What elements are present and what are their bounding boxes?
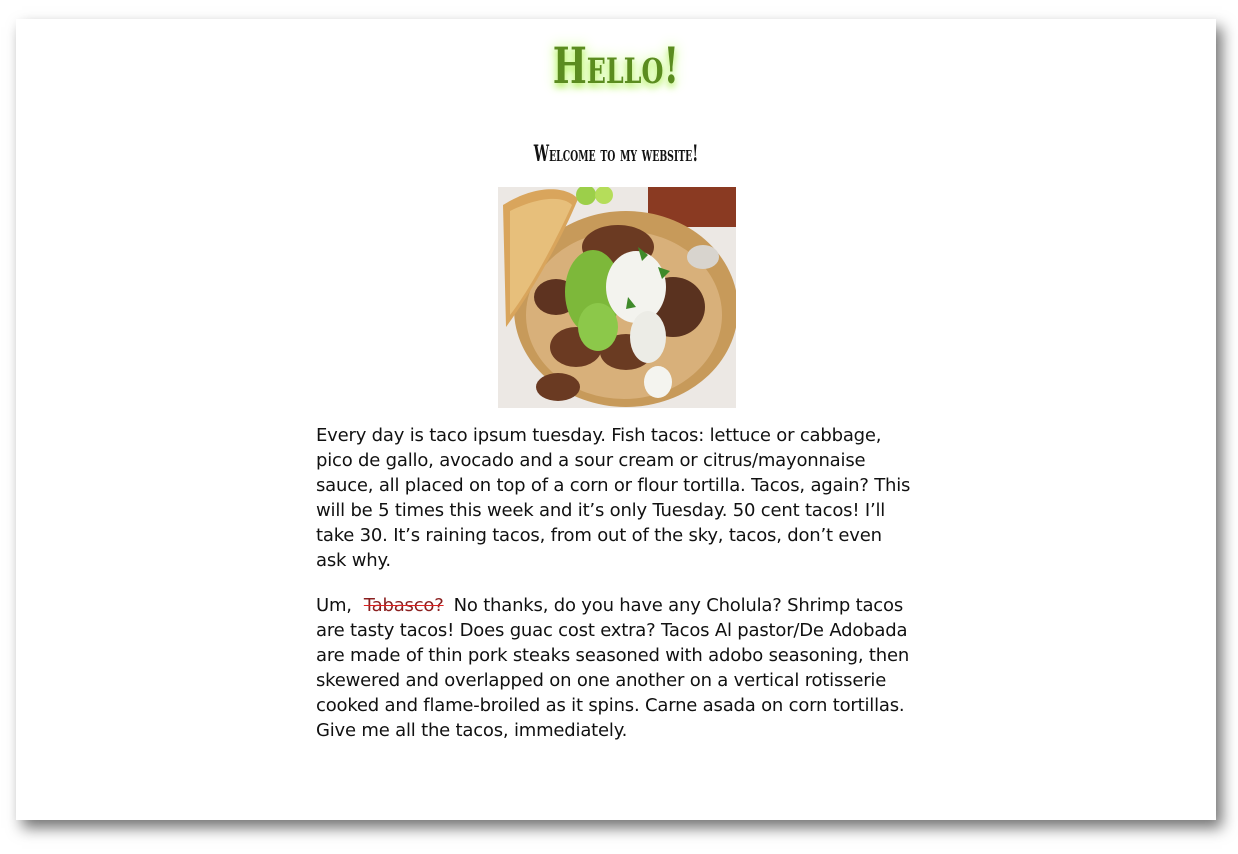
second-paragraph: Um, Tabasco? No thanks, do you have any Ch… (316, 593, 916, 743)
paragraph-rest: No thanks, do you have any Cholula? Shri… (316, 595, 910, 741)
taco-image (498, 187, 736, 408)
taco-photo (498, 187, 736, 408)
page-card: Hello! Welcome to my website! Every day … (16, 19, 1216, 820)
welcome-heading: Welcome to my website! (533, 141, 699, 167)
intro-paragraph: Every day is taco ipsum tuesday. Fish ta… (316, 425, 911, 571)
struck-text: Tabasco? (363, 595, 444, 616)
paragraph-start: Um, (316, 595, 352, 616)
page-title: Hello! (552, 36, 680, 95)
